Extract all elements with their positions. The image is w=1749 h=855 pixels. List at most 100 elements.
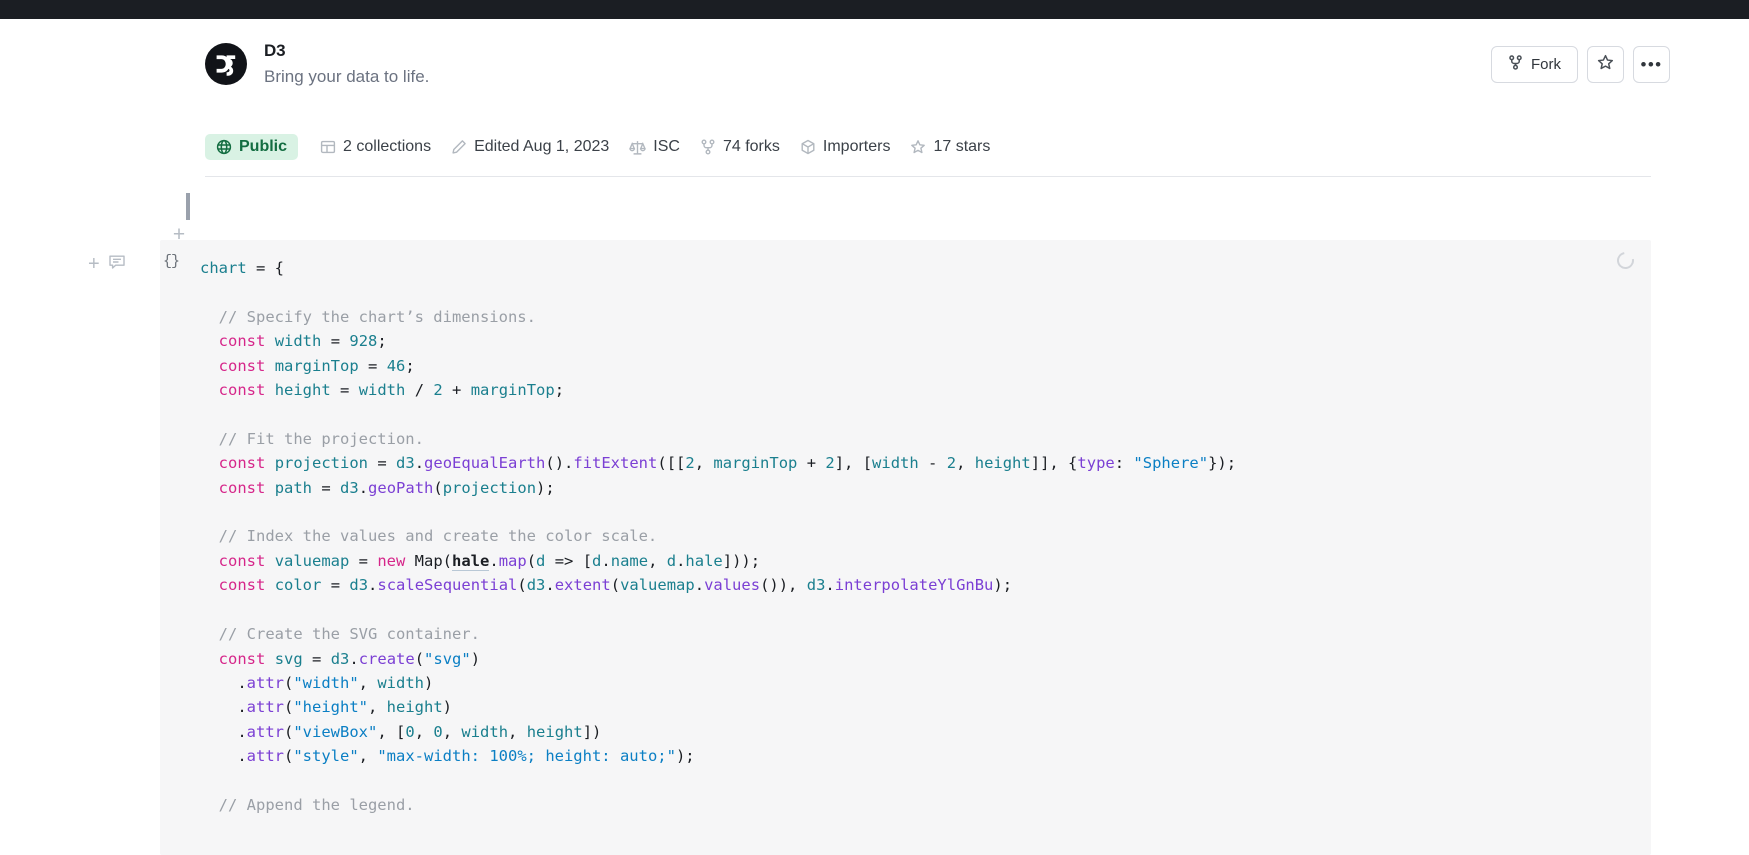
forks-count[interactable]: 74 forks [690, 134, 790, 160]
code-token: . [358, 478, 369, 497]
code-token: ], [ [834, 454, 873, 473]
code-token: values [704, 576, 761, 595]
code-token: const [218, 478, 266, 497]
code-token: ) [424, 673, 434, 692]
code-token: geoEqualEarth [424, 454, 546, 473]
notebook-subtitle: Bring your data to life. [264, 67, 430, 86]
code-token: attr [246, 698, 284, 717]
license-link[interactable]: ISC [619, 134, 690, 160]
code-token: new [377, 551, 406, 570]
code-token: - [918, 454, 947, 473]
code-token: "svg" [424, 649, 471, 668]
code-token: ) [442, 698, 453, 717]
code-token: ; [377, 332, 387, 351]
header-divider [205, 176, 1651, 177]
code-token: d [536, 551, 546, 570]
code-token: ])); [722, 551, 761, 570]
visibility-badge[interactable]: Public [205, 134, 299, 160]
code-token: . [601, 551, 611, 570]
stars-label: 17 stars [933, 138, 991, 155]
top-dark-bar [0, 0, 1749, 19]
code-token: width [872, 454, 919, 473]
code-token: path [274, 478, 313, 497]
code-token: color [274, 576, 322, 595]
code-token: , [442, 722, 462, 741]
visibility-label: Public [239, 138, 288, 155]
code-token: 2 [946, 454, 957, 473]
code-token: , [368, 698, 387, 717]
code-token: 2 [433, 381, 443, 400]
code-token: width [461, 722, 509, 741]
code-token: d3 [806, 576, 826, 595]
code-token: ( [284, 722, 294, 741]
code-token: height [974, 454, 1031, 473]
code-token: => [ [545, 551, 593, 570]
importers-link[interactable]: Importers [790, 134, 901, 160]
code-token: d3 [526, 576, 546, 595]
code-token: , [694, 454, 714, 473]
code-cell[interactable]: chart = { // Specify the chart’s dimensi… [160, 240, 1651, 855]
code-token: . [489, 551, 499, 570]
code-token: attr [246, 673, 284, 692]
stars-count[interactable]: 17 stars [900, 134, 1000, 160]
code-token: . [414, 454, 425, 473]
code-token: 46 [386, 356, 406, 375]
code-token: = [302, 649, 331, 668]
code-token: ; [554, 381, 565, 400]
code-token: ; [405, 356, 415, 375]
star-button[interactable] [1587, 46, 1624, 83]
code-token: projection [442, 478, 537, 497]
edited-date[interactable]: Edited Aug 1, 2023 [441, 134, 619, 160]
code-braces-icon[interactable]: {} [163, 253, 180, 270]
code-token: const [218, 576, 266, 595]
code-token: valuemap [620, 576, 695, 595]
code-token: . [825, 576, 835, 595]
code-token: d3 [340, 478, 359, 497]
code-token: , [358, 747, 378, 766]
code-token: ( [517, 576, 527, 595]
code-token: , [508, 722, 527, 741]
code-token: = [349, 551, 378, 570]
code-token: // Index the values and create the color… [218, 527, 658, 546]
code-token: hale [452, 551, 490, 571]
fork-button-label: Fork [1531, 56, 1561, 73]
code-token: = [321, 332, 350, 351]
code-token: = [368, 454, 397, 473]
license-scale-icon [629, 139, 647, 156]
code-token: width [358, 381, 406, 400]
code-token: interpolateYlGnBu [834, 576, 994, 595]
code-token: fitExtent [573, 454, 658, 473]
more-options-button[interactable]: ••• [1633, 46, 1670, 83]
code-token: , [648, 551, 667, 570]
code-token: height [274, 381, 331, 400]
fork-icon [1508, 55, 1523, 74]
comment-icon[interactable] [108, 253, 126, 276]
code-token: marginTop [713, 454, 798, 473]
code-token: . [545, 576, 555, 595]
code-token: geoPath [368, 478, 434, 497]
collections-link[interactable]: 2 collections [310, 134, 441, 160]
package-icon [800, 139, 816, 155]
fork-button[interactable]: Fork [1491, 46, 1578, 83]
license-label: ISC [653, 138, 680, 155]
code-editor-content[interactable]: chart = { // Specify the chart’s dimensi… [160, 240, 1651, 818]
code-token: marginTop [470, 381, 555, 400]
star-icon [910, 139, 926, 155]
code-token: , [ [377, 722, 406, 741]
add-cell-button[interactable]: + [88, 254, 100, 274]
code-token: const [218, 454, 266, 473]
code-token: width [377, 673, 425, 692]
code-token: "Sphere" [1133, 454, 1209, 473]
code-token: = [358, 356, 387, 375]
code-token: projection [274, 454, 369, 473]
code-token: ()), [760, 576, 807, 595]
forks-label: 74 forks [722, 138, 780, 155]
code-token: type [1077, 454, 1115, 473]
code-token: const [218, 551, 266, 570]
code-token: , [956, 454, 975, 473]
notebook-body: + + {} chart = { // Specify the chart’s … [0, 183, 1749, 855]
